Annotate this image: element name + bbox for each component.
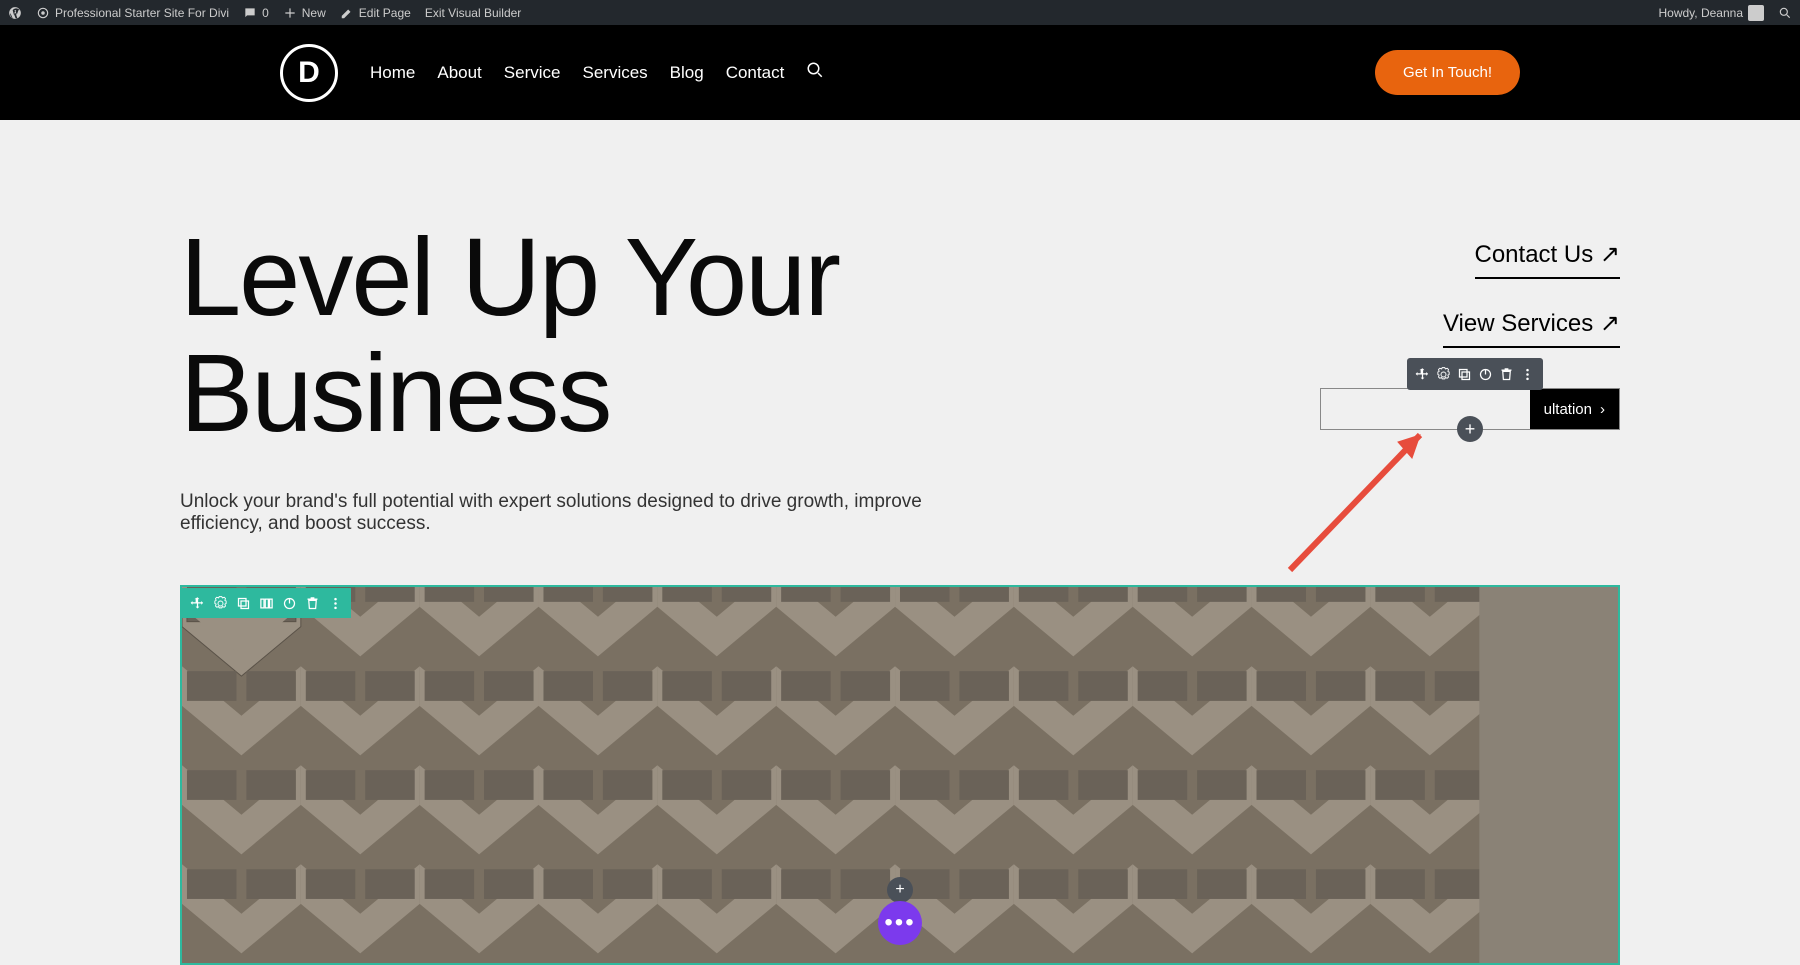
move-icon[interactable]: [1415, 367, 1430, 382]
search-icon[interactable]: [806, 61, 824, 84]
gear-icon[interactable]: [213, 596, 228, 611]
site-name-link[interactable]: Professional Starter Site For Divi: [36, 6, 229, 20]
trash-icon[interactable]: [1499, 367, 1514, 382]
logo-letter: D: [298, 56, 320, 90]
add-module-button[interactable]: +: [1457, 416, 1483, 442]
nav-home[interactable]: Home: [370, 63, 415, 83]
nav-blog[interactable]: Blog: [670, 63, 704, 83]
nav-service[interactable]: Service: [504, 63, 561, 83]
module-text-partial: ultation: [1544, 401, 1592, 418]
exit-vb-label: Exit Visual Builder: [425, 6, 522, 20]
duplicate-icon[interactable]: [236, 596, 251, 611]
chevron-right-icon: ›: [1600, 401, 1605, 418]
wp-admin-bar: Professional Starter Site For Divi 0 New…: [0, 0, 1800, 25]
site-header: D Home About Service Services Blog Conta…: [0, 25, 1800, 120]
new-link[interactable]: New: [283, 6, 326, 20]
avatar: [1748, 5, 1764, 21]
nav-contact[interactable]: Contact: [726, 63, 785, 83]
page-settings-fab[interactable]: •••: [878, 901, 922, 945]
more-icon[interactable]: [1520, 367, 1535, 382]
move-icon[interactable]: [190, 596, 205, 611]
row-toolbar-image: [182, 588, 351, 618]
duplicate-icon[interactable]: [1457, 367, 1472, 382]
admin-search-icon[interactable]: [1778, 6, 1792, 20]
gear-icon[interactable]: [1436, 367, 1451, 382]
howdy-link[interactable]: Howdy, Deanna: [1659, 5, 1765, 21]
howdy-label: Howdy, Deanna: [1659, 6, 1744, 20]
power-icon[interactable]: [1478, 367, 1493, 382]
hero-subtitle: Unlock your brand's full potential with …: [180, 491, 980, 535]
main-nav: Home About Service Services Blog Contact: [370, 61, 824, 84]
page-content: Level Up Your Business Unlock your brand…: [0, 120, 1800, 965]
exit-vb-link[interactable]: Exit Visual Builder: [425, 6, 522, 20]
edit-page-link[interactable]: Edit Page: [340, 6, 411, 20]
contact-us-link[interactable]: Contact Us ↗: [1475, 240, 1621, 279]
selected-module[interactable]: ultation › +: [1320, 388, 1620, 430]
image-row[interactable]: + •••: [180, 585, 1620, 965]
get-in-touch-button[interactable]: Get In Touch!: [1375, 50, 1520, 95]
more-icon[interactable]: [328, 596, 343, 611]
module-toolbar: [1407, 358, 1543, 390]
site-name-label: Professional Starter Site For Divi: [55, 6, 229, 20]
wp-logo[interactable]: [8, 6, 22, 20]
new-label: New: [302, 6, 326, 20]
site-logo[interactable]: D: [280, 44, 338, 102]
hero-title: Level Up Your Business: [180, 220, 980, 451]
trash-icon[interactable]: [305, 596, 320, 611]
nav-services[interactable]: Services: [582, 63, 647, 83]
columns-icon[interactable]: [259, 596, 274, 611]
power-icon[interactable]: [282, 596, 297, 611]
comments-link[interactable]: 0: [243, 6, 269, 20]
comments-count: 0: [262, 6, 269, 20]
view-services-link[interactable]: View Services ↗: [1443, 309, 1620, 348]
nav-about[interactable]: About: [437, 63, 481, 83]
add-inner-module-button[interactable]: +: [887, 877, 913, 903]
edit-page-label: Edit Page: [359, 6, 411, 20]
